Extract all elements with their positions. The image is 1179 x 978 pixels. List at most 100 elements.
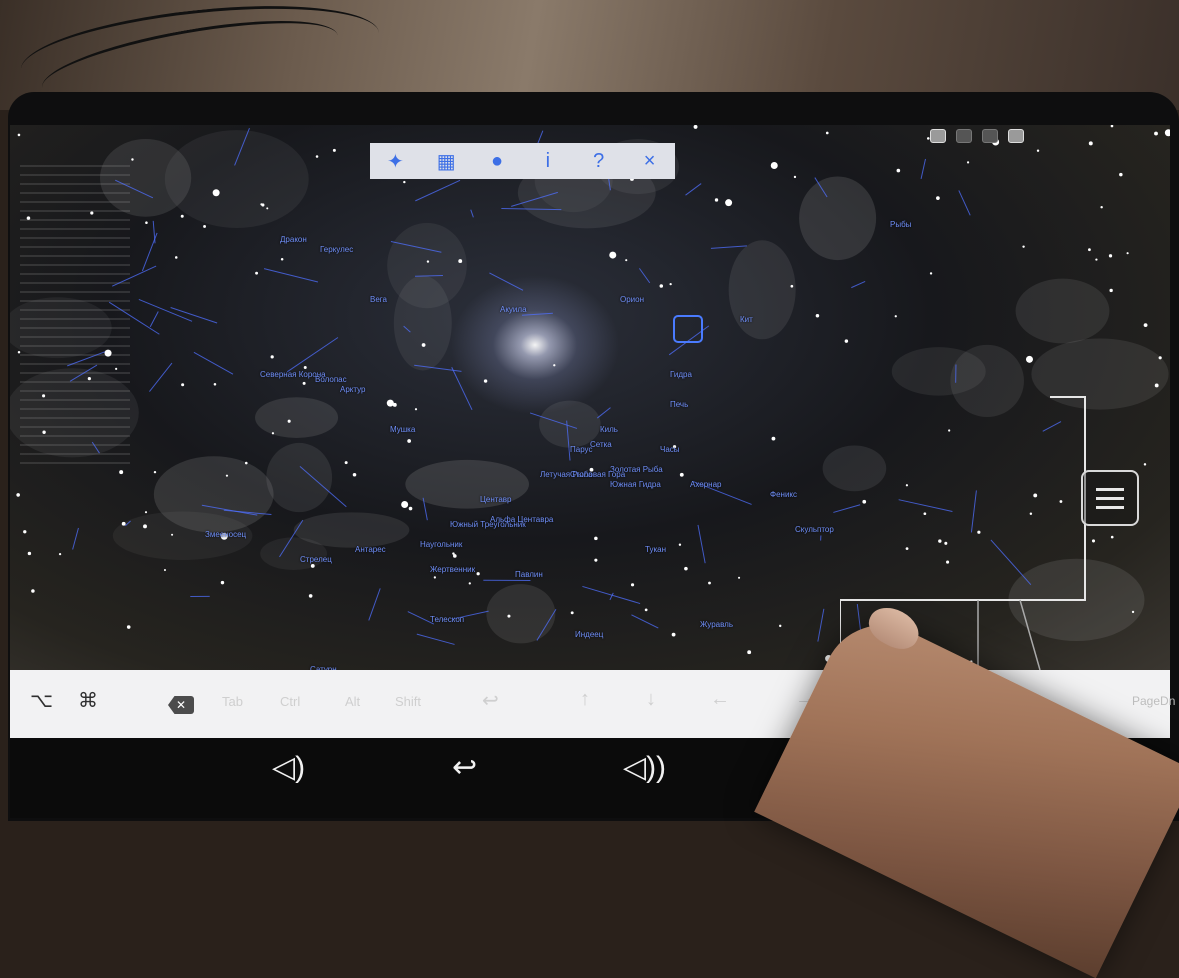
constellation-line (698, 525, 705, 563)
star (288, 420, 291, 423)
constellation-line (150, 312, 158, 327)
constellation-label[interactable]: Наугольник (420, 540, 462, 549)
star (88, 377, 91, 380)
star (255, 272, 258, 275)
constellation-label[interactable]: Столовая Гора (570, 470, 625, 479)
constellation-label[interactable]: Волопас (315, 375, 347, 384)
constellation-line (287, 338, 338, 372)
pagedown-key[interactable]: PageDn (1132, 694, 1175, 708)
view-mode-icon[interactable] (982, 129, 998, 143)
volume-down-icon[interactable]: ◁) (272, 750, 305, 785)
option-key[interactable]: ⌥ (30, 688, 53, 713)
backspace-key[interactable]: ✕ (168, 696, 194, 714)
hamburger-icon (1096, 488, 1124, 491)
view-mode-icon[interactable] (956, 129, 972, 143)
star (261, 203, 264, 206)
constellation-label[interactable]: Скульптор (795, 525, 834, 534)
star (458, 259, 462, 263)
star (127, 625, 131, 629)
ctrl-key[interactable]: Ctrl (280, 694, 300, 709)
constellation-label[interactable]: Змееносец (205, 530, 246, 539)
constellation-label[interactable]: Антарес (355, 545, 386, 554)
constellation-line (686, 184, 702, 196)
tab-key[interactable]: Tab (222, 694, 243, 709)
constellation-label[interactable]: Южная Гидра (610, 480, 661, 489)
constellation-label[interactable]: Гидра (670, 370, 692, 379)
alt-key[interactable]: Alt (345, 694, 360, 709)
arrow-left-key[interactable]: ← (710, 688, 730, 711)
keyboard-icon[interactable]: ▦ (431, 149, 461, 174)
constellation-label[interactable]: Тукан (645, 545, 666, 554)
constellation-label[interactable]: Геркулес (320, 245, 353, 254)
constellation-label[interactable]: Мушка (390, 425, 415, 434)
constellation-label[interactable]: Кит (740, 315, 753, 324)
help-icon[interactable]: ? (584, 150, 614, 173)
constellation-line (139, 299, 192, 321)
constellation-label[interactable]: Феникс (770, 490, 797, 499)
star (660, 284, 664, 288)
enter-key[interactable]: ↩ (482, 688, 499, 713)
lock-icon[interactable]: ● (482, 150, 512, 173)
star (181, 383, 184, 386)
star (309, 594, 313, 598)
star (18, 351, 20, 353)
star (1132, 611, 1134, 613)
volume-up-icon[interactable]: ◁)) (623, 750, 666, 785)
constellation-label[interactable]: Журавль (700, 620, 733, 629)
info-icon[interactable]: i (533, 150, 563, 173)
constellation-label[interactable]: Орион (620, 295, 644, 304)
star (679, 544, 681, 546)
constellation-label[interactable]: Стрелец (300, 555, 332, 564)
constellation-label[interactable]: Ахернар (690, 480, 721, 489)
constellation-label[interactable]: Рыбы (890, 220, 911, 229)
star (594, 559, 597, 562)
arrow-down-key[interactable]: ↓ (646, 688, 656, 711)
star (42, 431, 45, 434)
sky-view[interactable]: ✦ ▦ ● i ? × ДраконГеркулесСеверная Корон… (10, 125, 1170, 670)
constellation-label[interactable]: Часы (660, 445, 680, 454)
constellation-line (818, 609, 824, 642)
view-mode-icon[interactable] (1008, 129, 1024, 143)
constellation-label[interactable]: Печь (670, 400, 688, 409)
star (303, 382, 306, 385)
menu-button[interactable] (1081, 470, 1139, 526)
constellation-label[interactable]: Дракон (280, 235, 307, 244)
constellation-label[interactable]: Киль (600, 425, 618, 434)
star (214, 383, 217, 386)
star (897, 169, 901, 173)
command-key[interactable]: ⌘ (78, 688, 98, 713)
constellation-label[interactable]: Индеец (575, 630, 603, 639)
constellation-label[interactable]: Телескоп (430, 615, 464, 624)
star (1154, 132, 1158, 136)
view-mode-icons (930, 129, 1024, 143)
constellation-label[interactable]: Сетка (590, 440, 612, 449)
constellation-figure (154, 456, 274, 532)
constellation-figure (260, 537, 327, 570)
constellation-label[interactable]: Вега (370, 295, 387, 304)
constellation-label[interactable]: Центавр (480, 495, 512, 504)
view-mode-icon[interactable] (930, 129, 946, 143)
constellation-label[interactable]: Жертвенник (430, 565, 475, 574)
star (1037, 149, 1039, 151)
constellation-label[interactable]: Арктур (340, 385, 366, 394)
constellation-label[interactable]: Павлин (515, 570, 543, 579)
back-icon[interactable]: ↩ (452, 750, 477, 785)
constellation-figure (486, 584, 555, 643)
constellation-figure (1016, 279, 1110, 344)
pin-icon[interactable]: ✦ (380, 149, 410, 174)
star (145, 511, 147, 513)
constellation-line (610, 593, 613, 600)
constellation-line (489, 273, 523, 290)
close-icon[interactable]: × (635, 150, 665, 173)
top-toolbar: ✦ ▦ ● i ? × (370, 143, 675, 179)
constellation-label[interactable]: Альфа Центавра (490, 515, 553, 524)
star (625, 259, 627, 261)
arrow-up-key[interactable]: ↑ (580, 688, 590, 711)
star (507, 615, 510, 618)
star (779, 625, 781, 627)
star (1109, 289, 1112, 292)
shift-key[interactable]: Shift (395, 694, 421, 709)
constellation-label[interactable]: Акуила (500, 305, 527, 314)
star (771, 162, 778, 169)
star (930, 272, 932, 274)
